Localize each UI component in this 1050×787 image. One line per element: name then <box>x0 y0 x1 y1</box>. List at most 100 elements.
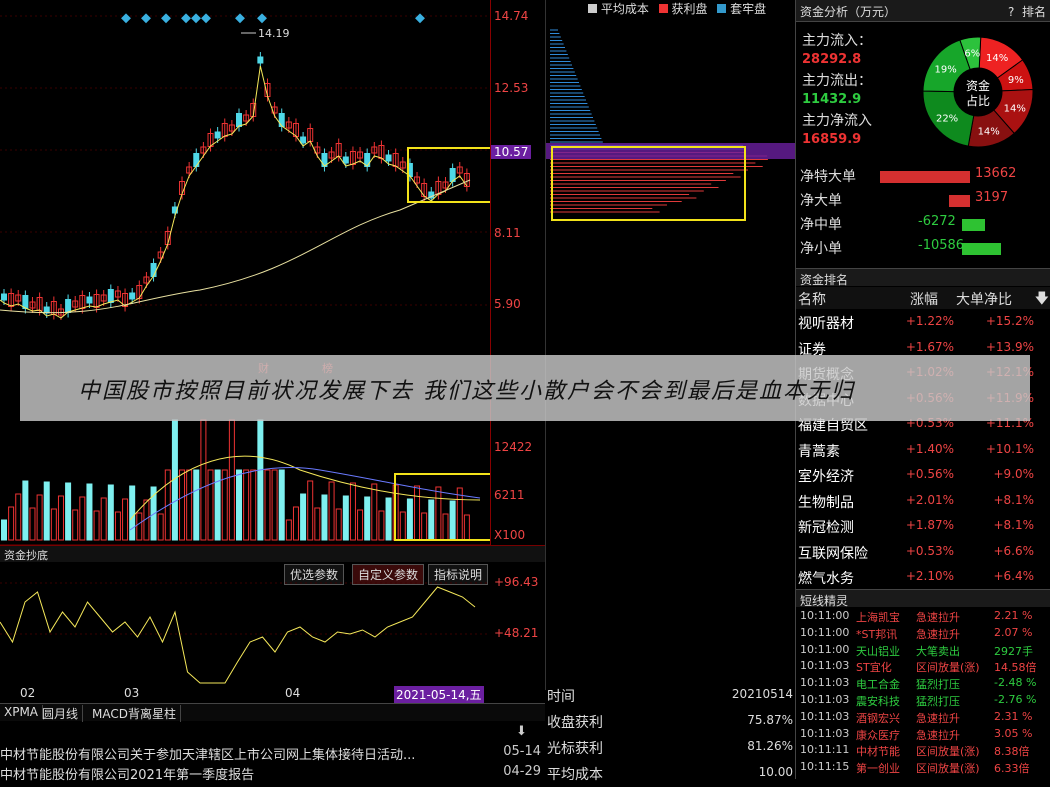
rank-name[interactable]: 新冠检测 <box>798 517 854 537</box>
indicator-chart[interactable] <box>0 582 490 686</box>
short-value: 3.05 % <box>994 726 1033 740</box>
rank-change: +0.56% <box>905 467 954 481</box>
volume-bar <box>186 469 193 541</box>
short-stock[interactable]: 中材节能 <box>856 743 900 759</box>
short-stock[interactable]: *ST邦讯 <box>856 626 897 642</box>
rank-name[interactable]: 互联网保险 <box>798 543 868 563</box>
news-item[interactable]: 中材节能股份有限公司2021年第一季度报告 04-29 <box>0 760 545 784</box>
rank-ratio: +6.4% <box>993 569 1034 583</box>
short-line-row[interactable]: 10:11:03 ST宜化 区间放量(涨) 14.58倍 <box>798 658 1050 675</box>
rank-ratio: +15.2% <box>985 314 1034 328</box>
high-marker-label: 14.19 <box>258 27 290 40</box>
tab-xpma[interactable]: XPMA <box>0 705 44 719</box>
rank-link[interactable]: 排名 <box>1022 5 1046 19</box>
chip-distribution[interactable] <box>545 0 796 690</box>
volume-bar <box>250 469 257 541</box>
rank-row[interactable]: 互联网保险 +0.53% +6.6% <box>798 539 1048 564</box>
volume-bar <box>200 419 207 541</box>
rank-change: +1.22% <box>905 314 954 328</box>
short-stock[interactable]: 上海凯宝 <box>856 609 900 625</box>
month-tick: 03 <box>124 686 140 700</box>
volume-bar <box>414 485 421 541</box>
volume-bar <box>406 498 413 541</box>
rank-row[interactable]: 视听器材 +1.22% +15.2% <box>798 309 1048 334</box>
short-line-row[interactable]: 10:11:03 酒钢宏兴 急速拉升 2.31 % <box>798 709 1050 726</box>
volume-bar <box>421 512 428 541</box>
tab-macd[interactable]: MACD背离星柱 <box>88 705 181 722</box>
tab-yuanyue[interactable]: 圆月线 <box>38 705 84 722</box>
volume-bar <box>193 469 200 541</box>
short-line-row[interactable]: 10:11:03 电工合金 猛烈打压 -2.48 % <box>798 675 1050 692</box>
short-time: 10:11:15 <box>800 760 850 774</box>
rank-change: +1.87% <box>905 518 954 532</box>
price-tick: 5.90 <box>494 297 521 311</box>
price-tick: 14.74 <box>494 9 529 23</box>
rank-change: +1.67% <box>905 339 954 354</box>
net-order-label: 净中单 <box>800 217 842 233</box>
rank-ratio: +8.1% <box>993 492 1034 507</box>
rank-ratio: +6.6% <box>993 543 1034 558</box>
candle-body <box>65 299 72 313</box>
short-line-row[interactable]: 10:11:15 第一创业 区间放量(涨) 6.33倍 <box>798 759 1050 776</box>
ma-line-short <box>0 65 468 319</box>
signal-diamond <box>121 13 131 24</box>
donut-slice-label: 14% <box>1004 104 1026 115</box>
short-stock[interactable]: 电工合金 <box>856 676 900 692</box>
rank-row[interactable]: 新冠检测 +1.87% +8.1% <box>798 513 1048 538</box>
rank-name[interactable]: 室外经济 <box>798 466 854 486</box>
volume-bar <box>385 497 392 541</box>
short-value: -2.76 % <box>994 693 1037 706</box>
rank-ratio: +13.9% <box>985 339 1034 354</box>
candle-body <box>86 296 93 304</box>
signal-diamond <box>191 13 201 24</box>
short-stock[interactable]: 第一创业 <box>856 760 900 776</box>
chip-info-row: 时间 20210514 <box>547 687 793 705</box>
net-order-bar <box>949 195 970 207</box>
caption-text: 中国股市按照目前状况发展下去 我们这些小散户会不会到最后是血本无归 <box>78 379 855 404</box>
short-stock[interactable]: ST宜化 <box>856 659 892 675</box>
rank-row[interactable]: 生物制品 +2.01% +8.1% <box>798 488 1048 513</box>
volume-bar <box>221 469 228 541</box>
rank-row[interactable]: 青蒿素 +1.40% +10.1% <box>798 437 1048 462</box>
short-stock[interactable]: 酒钢宏兴 <box>856 710 900 726</box>
short-line-header: 短线精灵 <box>796 589 1050 608</box>
col-ratio[interactable]: 大单净比 <box>956 289 1012 309</box>
short-line-row[interactable]: 10:11:03 康众医疗 急速拉升 3.05 % <box>798 726 1050 743</box>
rank-name[interactable]: 生物制品 <box>798 492 854 512</box>
short-value: 6.33倍 <box>994 762 1030 776</box>
short-line-row[interactable]: 10:11:00 天山铝业 大笔卖出 2927手 <box>798 642 1050 659</box>
rank-name[interactable]: 视听器材 <box>798 313 854 333</box>
rank-change: +0.53% <box>905 543 954 558</box>
volume-bar <box>243 469 250 541</box>
candlestick-chart[interactable]: 14.19财榜 <box>0 0 545 546</box>
net-order-bar <box>962 243 1001 255</box>
net-order-label: 净特大单 <box>800 169 856 185</box>
short-line-row[interactable]: 10:11:00 上海凯宝 急速拉升 2.21 % <box>798 608 1050 625</box>
col-name[interactable]: 名称 <box>798 289 826 309</box>
signal-diamond <box>257 13 267 24</box>
candle-body <box>342 156 349 164</box>
candle-body <box>193 153 200 167</box>
volume-bar <box>371 483 378 541</box>
volume-bar <box>136 512 143 541</box>
volume-bar <box>314 507 321 541</box>
short-line-row[interactable]: 10:11:00 *ST邦讯 急速拉升 2.07 % <box>798 625 1050 642</box>
short-line-row[interactable]: 10:11:11 中材节能 区间放量(涨) 8.38倍 <box>798 742 1050 759</box>
short-line-row[interactable]: 10:11:03 震安科技 猛烈打压 -2.76 % <box>798 692 1050 709</box>
short-stock[interactable]: 康众医疗 <box>856 727 900 743</box>
outflow-value: 11432.9 <box>802 92 862 107</box>
short-stock[interactable]: 天山铝业 <box>856 643 900 659</box>
rank-name[interactable]: 青蒿素 <box>798 441 840 461</box>
rank-name[interactable]: 燃气水务 <box>798 568 854 588</box>
volume-bar <box>278 469 285 541</box>
help-icon[interactable]: ? <box>1008 5 1014 19</box>
short-stock[interactable]: 震安科技 <box>856 693 900 709</box>
kline-canvas[interactable]: 14.19财榜 <box>0 0 508 546</box>
volume-tick: 12422 <box>494 440 533 454</box>
volume-bar <box>79 496 86 541</box>
rank-row[interactable]: 燃气水务 +2.10% +6.4% <box>798 564 1048 589</box>
expand-icon[interactable]: ⬇ <box>516 724 527 739</box>
col-change[interactable]: 涨幅 <box>910 289 938 309</box>
rank-row[interactable]: 室外经济 +0.56% +9.0% <box>798 462 1048 487</box>
indicator-line <box>0 586 476 684</box>
